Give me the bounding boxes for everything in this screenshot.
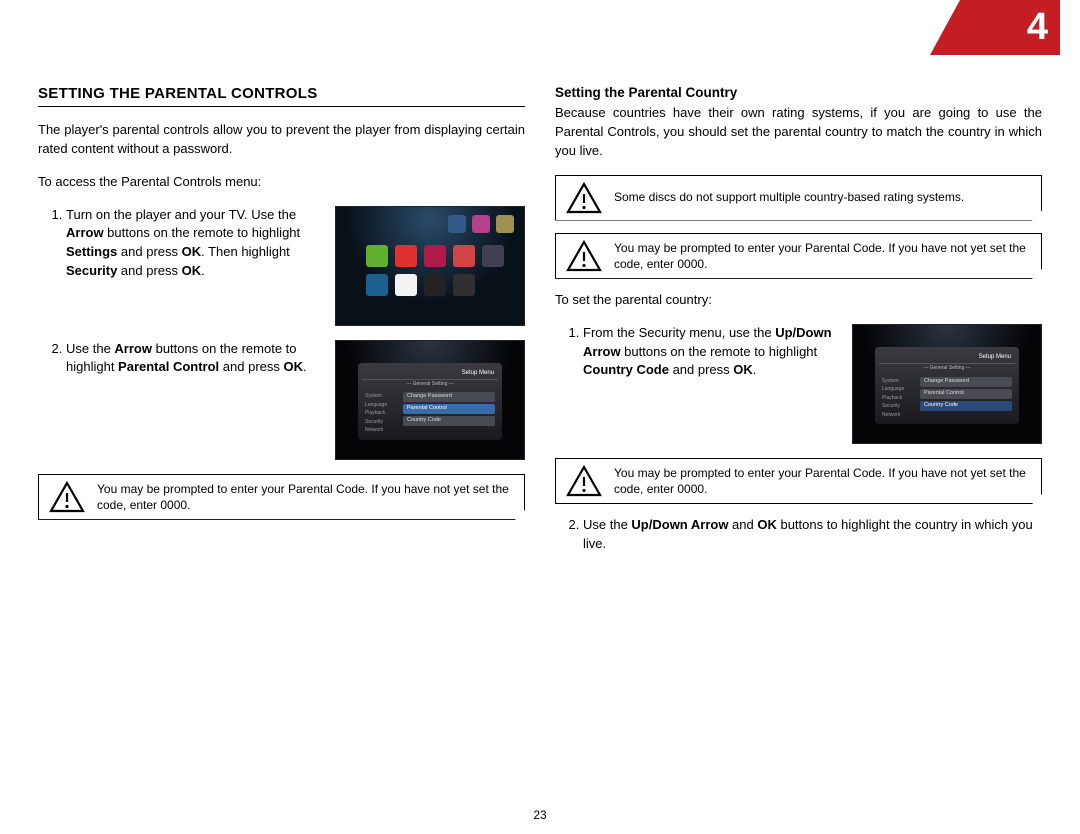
note-parental-code: You may be prompted to enter your Parent… <box>38 474 525 520</box>
page-content: SETTING THE PARENTAL CONTROLS The player… <box>0 0 1080 568</box>
note-parental-code-3: You may be prompted to enter your Parent… <box>555 458 1042 504</box>
country-step-1: From the Security menu, use the Up/Down … <box>583 324 1042 444</box>
note-disc-support: Some discs do not support multiple count… <box>555 175 1042 221</box>
left-column: SETTING THE PARENTAL CONTROLS The player… <box>38 85 525 568</box>
step-1: Turn on the player and your TV. Use the … <box>66 206 525 326</box>
step-2: Use the Arrow buttons on the remote to h… <box>66 340 525 460</box>
step-2-text: Use the Arrow buttons on the remote to h… <box>66 340 323 378</box>
screenshot-parental-control: Setup Menu --- General Setting --- Syste… <box>335 340 525 460</box>
step-1-text: Turn on the player and your TV. Use the … <box>66 206 323 281</box>
section-heading: SETTING THE PARENTAL CONTROLS <box>38 85 525 107</box>
warning-icon <box>566 182 602 214</box>
country-step-1-text: From the Security menu, use the Up/Down … <box>583 324 840 381</box>
note-text: Some discs do not support multiple count… <box>614 189 964 205</box>
set-country-line: To set the parental country: <box>555 291 1042 310</box>
warning-icon <box>49 481 85 513</box>
screenshot-country-code: Setup Menu --- General Setting --- Syste… <box>852 324 1042 444</box>
screenshot-apps-menu <box>335 206 525 326</box>
country-intro: Because countries have their own rating … <box>555 104 1042 161</box>
note-text: You may be prompted to enter your Parent… <box>97 481 514 513</box>
note-text: You may be prompted to enter your Parent… <box>614 240 1031 272</box>
note-parental-code-2: You may be prompted to enter your Parent… <box>555 233 1042 279</box>
right-column: Setting the Parental Country Because cou… <box>555 85 1042 568</box>
subsection-heading: Setting the Parental Country <box>555 85 1042 100</box>
country-step-2: Use the Up/Down Arrow and OK buttons to … <box>583 516 1042 554</box>
note-text: You may be prompted to enter your Parent… <box>614 465 1031 497</box>
intro-paragraph: The player's parental controls allow you… <box>38 121 525 159</box>
warning-icon <box>566 240 602 272</box>
page-number: 23 <box>0 808 1080 822</box>
access-line: To access the Parental Controls menu: <box>38 173 525 192</box>
warning-icon <box>566 465 602 497</box>
